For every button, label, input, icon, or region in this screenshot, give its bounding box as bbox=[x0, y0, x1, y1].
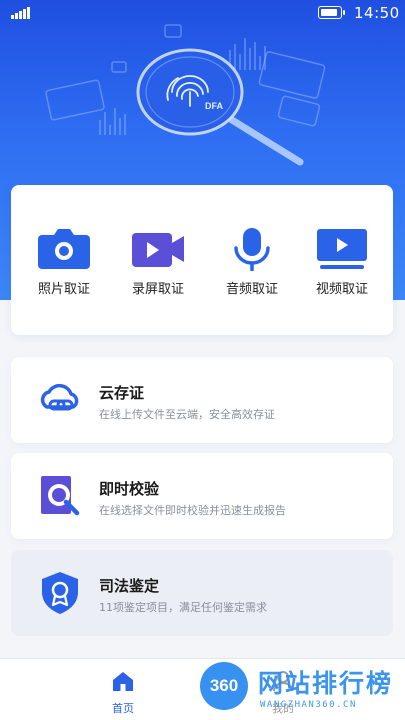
microphone-icon bbox=[234, 228, 270, 271]
tab-home[interactable]: 首页 bbox=[93, 669, 153, 716]
feature-title-verify: 即时校验 bbox=[99, 480, 160, 498]
feature-title-judicial: 司法鉴定 bbox=[99, 577, 160, 595]
tool-label-screen-record: 录屏取证 bbox=[131, 282, 184, 297]
watermark-logo: 360 bbox=[200, 662, 248, 710]
feature-cloud-storage[interactable]: 云存证 在线上传文件至云端，安全高效存证 bbox=[11, 357, 393, 443]
home-icon bbox=[113, 672, 133, 691]
tool-label-audio: 音频取证 bbox=[225, 282, 278, 297]
feature-desc-judicial: 11项鉴定项目，满足任何鉴定需求 bbox=[99, 601, 267, 614]
tool-photo-evidence[interactable]: 照片取证 bbox=[24, 227, 104, 297]
feature-desc-verify: 在线选择文件即时校验并迅速生成报告 bbox=[99, 504, 286, 517]
tool-audio-evidence[interactable]: 音频取证 bbox=[212, 227, 292, 297]
magnifier-check-icon bbox=[41, 476, 80, 516]
status-bar: 14:50 bbox=[0, 0, 405, 26]
feature-instant-verify[interactable]: 即时校验 在线选择文件即时校验并迅速生成报告 bbox=[11, 453, 393, 539]
watermark: 360 网站排行榜 WANGZHAN360.CN bbox=[200, 662, 405, 720]
camera-icon bbox=[38, 229, 90, 269]
tool-label-video: 视频取证 bbox=[315, 282, 368, 297]
watermark-url: WANGZHAN360.CN bbox=[260, 700, 357, 710]
watermark-title: 网站排行榜 bbox=[258, 669, 394, 698]
shield-badge-icon bbox=[42, 572, 78, 614]
feature-desc-cloud: 在线上传文件至云端，安全高效存证 bbox=[99, 408, 275, 421]
hero-badge-text: DFA bbox=[205, 101, 224, 111]
tab-home-label: 首页 bbox=[112, 702, 134, 715]
tool-label-photo: 照片取证 bbox=[37, 282, 90, 297]
video-camera-icon bbox=[132, 233, 184, 267]
tool-video-evidence[interactable]: 视频取证 bbox=[302, 227, 382, 297]
cloud-link-icon bbox=[40, 383, 79, 411]
signal-icon bbox=[11, 7, 30, 19]
tool-screen-record-evidence[interactable]: 录屏取证 bbox=[118, 227, 198, 297]
feature-title-cloud: 云存证 bbox=[99, 384, 145, 402]
battery-icon bbox=[318, 6, 345, 19]
monitor-play-icon bbox=[317, 229, 367, 269]
feature-judicial-appraisal[interactable]: 司法鉴定 11项鉴定项目，满足任何鉴定需求 bbox=[11, 550, 393, 636]
status-time: 14:50 bbox=[354, 4, 400, 22]
evidence-tools-card: 照片取证 录屏取证 音频取证 视频取证 bbox=[11, 185, 393, 335]
